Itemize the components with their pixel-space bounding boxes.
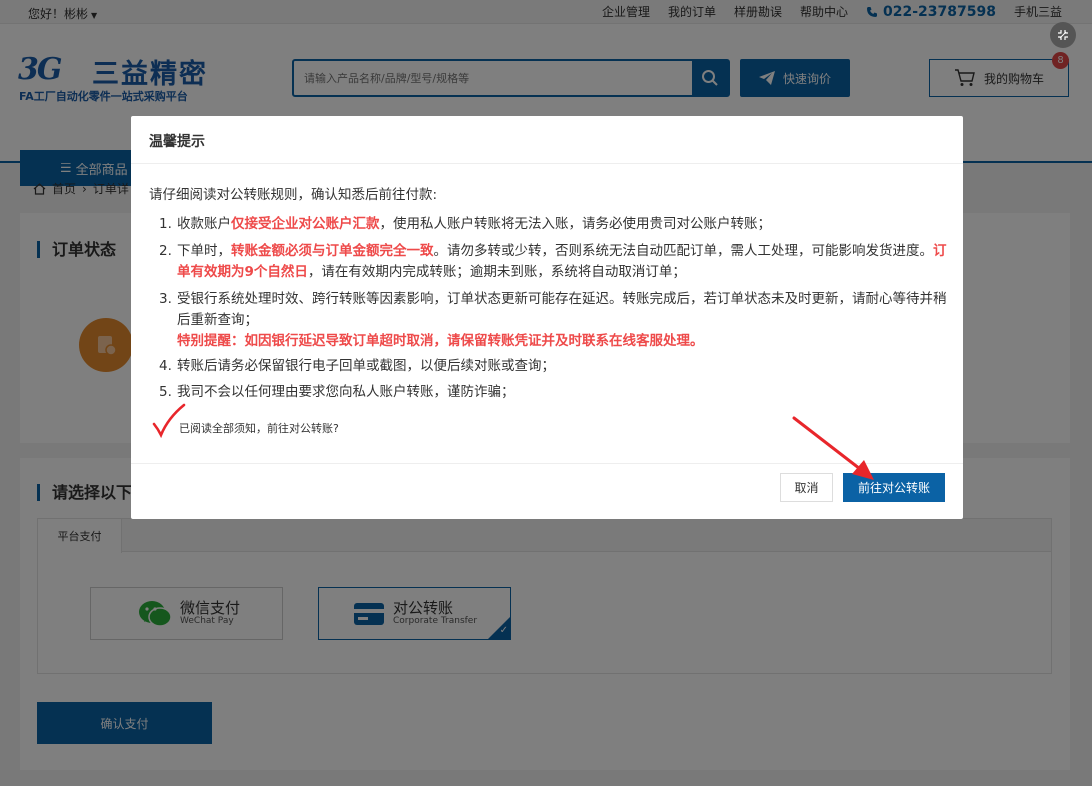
annotation-arrow-icon — [792, 416, 874, 480]
rule-text: 收款账户 — [177, 216, 231, 232]
dialog-title: 温馨提示 — [149, 134, 205, 150]
rule-text: 转账后请务必保留银行电子回单或截图，以便后续对账或查询； — [177, 358, 555, 374]
rule-3: 3. 受银行系统处理时效、跨行转账等因素影响，订单状态更新可能存在延迟。转账完成… — [159, 289, 949, 352]
rule-text: 。请勿多转或少转，否则系统无法自动匹配订单，需人工处理，可能影响发货进度。 — [433, 243, 934, 259]
rule-text: ，使用私人账户转账将无法入账，请务必使用贵司对公账户转账； — [379, 216, 772, 232]
rule-1: 1. 收款账户仅接受企业对公账户汇款，使用私人账户转账将无法入账，请务必使用贵司… — [159, 214, 949, 235]
rule-number: 5. — [159, 384, 172, 400]
rule-text: 我司不会以任何理由要求您向私人账户转账，谨防诈骗； — [177, 384, 515, 400]
rule-number: 1. — [159, 216, 172, 232]
rule-number: 3. — [159, 291, 172, 307]
rule-text: 受银行系统处理时效、跨行转账等因素影响，订单状态更新可能存在延迟。转账完成后，若… — [177, 291, 947, 328]
dialog-header: 温馨提示 — [131, 116, 963, 164]
exit-fullscreen-button[interactable] — [1050, 22, 1076, 48]
rule-5: 5. 我司不会以任何理由要求您向私人账户转账，谨防诈骗； — [159, 382, 949, 403]
rule-highlight: 仅接受企业对公账户汇款 — [231, 216, 380, 232]
rule-text: 下单时， — [177, 243, 231, 259]
rule-number: 4. — [159, 358, 172, 374]
rule-highlight: 转账金额必须与订单金额完全一致 — [231, 243, 434, 259]
rule-highlight: 特别提醒：如因银行延迟导致订单超时取消，请保留转账凭证并及时联系在线客服处理。 — [177, 333, 704, 349]
dialog-intro: 请仔细阅读对公转账规则，确认知悉后前往付款: — [149, 187, 438, 203]
rule-2: 2. 下单时，转账金额必须与订单金额完全一致。请勿多转或少转，否则系统无法自动匹… — [159, 241, 949, 283]
rule-4: 4. 转账后请务必保留银行电子回单或截图，以便后续对账或查询； — [159, 356, 949, 377]
rule-text: ，请在有效期内完成转账；逾期未到账，系统将自动取消订单； — [307, 264, 686, 280]
collapse-icon — [1058, 30, 1068, 40]
agree-text[interactable]: 已阅读全部须知，前往对公转账? — [179, 420, 339, 436]
rule-number: 2. — [159, 243, 172, 259]
